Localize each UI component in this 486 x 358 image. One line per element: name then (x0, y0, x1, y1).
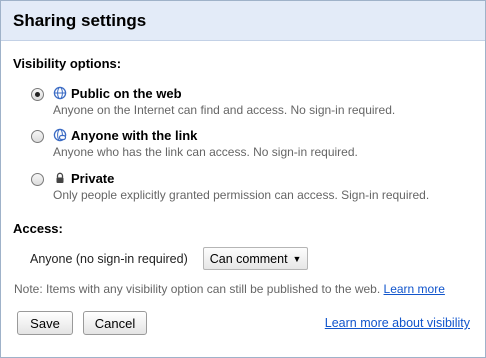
globe-icon (53, 86, 67, 100)
visibility-option-public[interactable]: Public on the web Anyone on the Internet… (31, 85, 395, 117)
option-description-private: Only people explicitly granted permissio… (53, 188, 430, 202)
access-row: Anyone (no sign-in required) Can comment… (30, 247, 309, 270)
visibility-options-label: Visibility options: (13, 56, 122, 71)
option-head: Private (53, 170, 429, 186)
option-body: Public on the web Anyone on the Internet… (53, 85, 396, 118)
permission-dropdown[interactable]: Can comment ▼ (202, 247, 309, 270)
permission-value: Can comment (209, 251, 288, 266)
learn-more-link[interactable]: Learn more (384, 282, 445, 296)
dialog-title: Sharing settings (13, 10, 147, 30)
radio-link[interactable] (31, 130, 44, 143)
dialog-titlebar: Sharing settings (1, 1, 485, 41)
option-body: Private Only people explicitly granted p… (53, 170, 430, 203)
option-label-link: Anyone with the link (71, 127, 198, 143)
sharing-settings-dialog: Sharing settings Visibility options: Pub… (0, 0, 486, 358)
visibility-option-private[interactable]: Private Only people explicitly granted p… (31, 170, 429, 202)
cancel-button[interactable]: Cancel (83, 311, 147, 335)
visibility-option-link[interactable]: Anyone with the link Anyone who has the … (31, 127, 358, 159)
radio-public[interactable] (31, 88, 44, 101)
publish-note: Note: Items with any visibility option c… (14, 282, 445, 296)
chevron-down-icon: ▼ (292, 253, 302, 264)
lock-icon (53, 171, 67, 185)
link-globe-icon (53, 128, 67, 142)
option-body: Anyone with the link Anyone who has the … (53, 127, 358, 160)
option-label-private: Private (71, 170, 115, 186)
publish-note-text: Note: Items with any visibility option c… (14, 282, 381, 296)
option-description-public: Anyone on the Internet can find and acce… (53, 103, 396, 117)
radio-private[interactable] (31, 173, 44, 186)
option-head: Anyone with the link (53, 127, 358, 143)
option-description-link: Anyone who has the link can access. No s… (53, 145, 358, 159)
option-label-public: Public on the web (71, 85, 182, 101)
learn-more-visibility-link[interactable]: Learn more about visibility (325, 316, 470, 330)
option-head: Public on the web (53, 85, 395, 101)
access-who-label: Anyone (no sign-in required) (30, 251, 188, 266)
save-button[interactable]: Save (17, 311, 73, 335)
access-label: Access: (13, 221, 63, 236)
